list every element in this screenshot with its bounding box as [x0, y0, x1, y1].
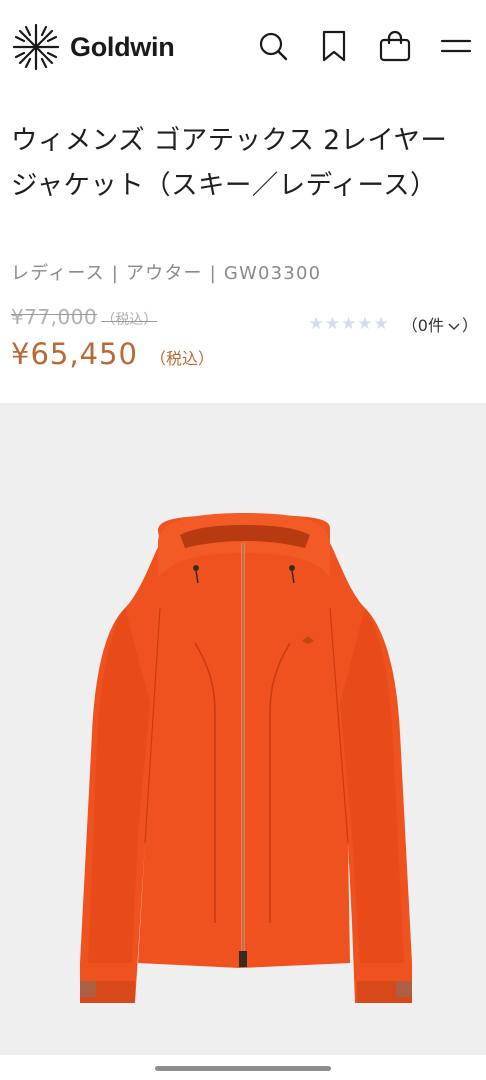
- brand-name: Goldwin: [70, 31, 175, 62]
- star-icon: ★: [357, 314, 374, 334]
- star-icon: ★: [308, 314, 325, 334]
- jacket-illustration: [80, 513, 412, 1003]
- menu-icon[interactable]: [438, 28, 474, 64]
- search-icon[interactable]: [255, 28, 291, 64]
- star-icon: ★: [324, 314, 342, 334]
- header-actions: [230, 28, 474, 64]
- site-header: Goldwin: [0, 0, 486, 94]
- chevron-down-icon: [448, 323, 460, 330]
- star-icon: ★: [341, 314, 358, 334]
- review-count[interactable]: （0件）: [402, 312, 478, 336]
- brand-logo[interactable]: Goldwin: [10, 22, 175, 72]
- home-indicator[interactable]: [155, 1066, 331, 1071]
- sale-price: ¥65,450 （税込）: [11, 337, 214, 371]
- product-image[interactable]: [0, 403, 486, 1055]
- sale-price-tax-label: （税込）: [149, 349, 214, 368]
- original-price: ¥77,000 （税込）: [11, 305, 157, 329]
- product-category: レディース | アウター | GW03300: [11, 263, 322, 284]
- cart-icon[interactable]: [377, 28, 413, 64]
- original-price-tax-label: （税込）: [101, 312, 158, 328]
- sale-price-amount: ¥65,450: [11, 337, 138, 371]
- review-count-label: （0件: [401, 316, 444, 335]
- star-icon: ★: [373, 314, 390, 334]
- rating-stars: ★★★★★: [309, 314, 390, 334]
- goldwin-logo-icon: [12, 23, 60, 71]
- bookmark-icon[interactable]: [316, 28, 352, 64]
- product-title: ウィメンズ ゴアテックス 2レイヤー ジャケット（スキー／レディース）: [11, 125, 448, 201]
- rating[interactable]: ★★★★★ （0件）: [309, 312, 478, 336]
- original-price-amount: ¥77,000: [11, 305, 98, 329]
